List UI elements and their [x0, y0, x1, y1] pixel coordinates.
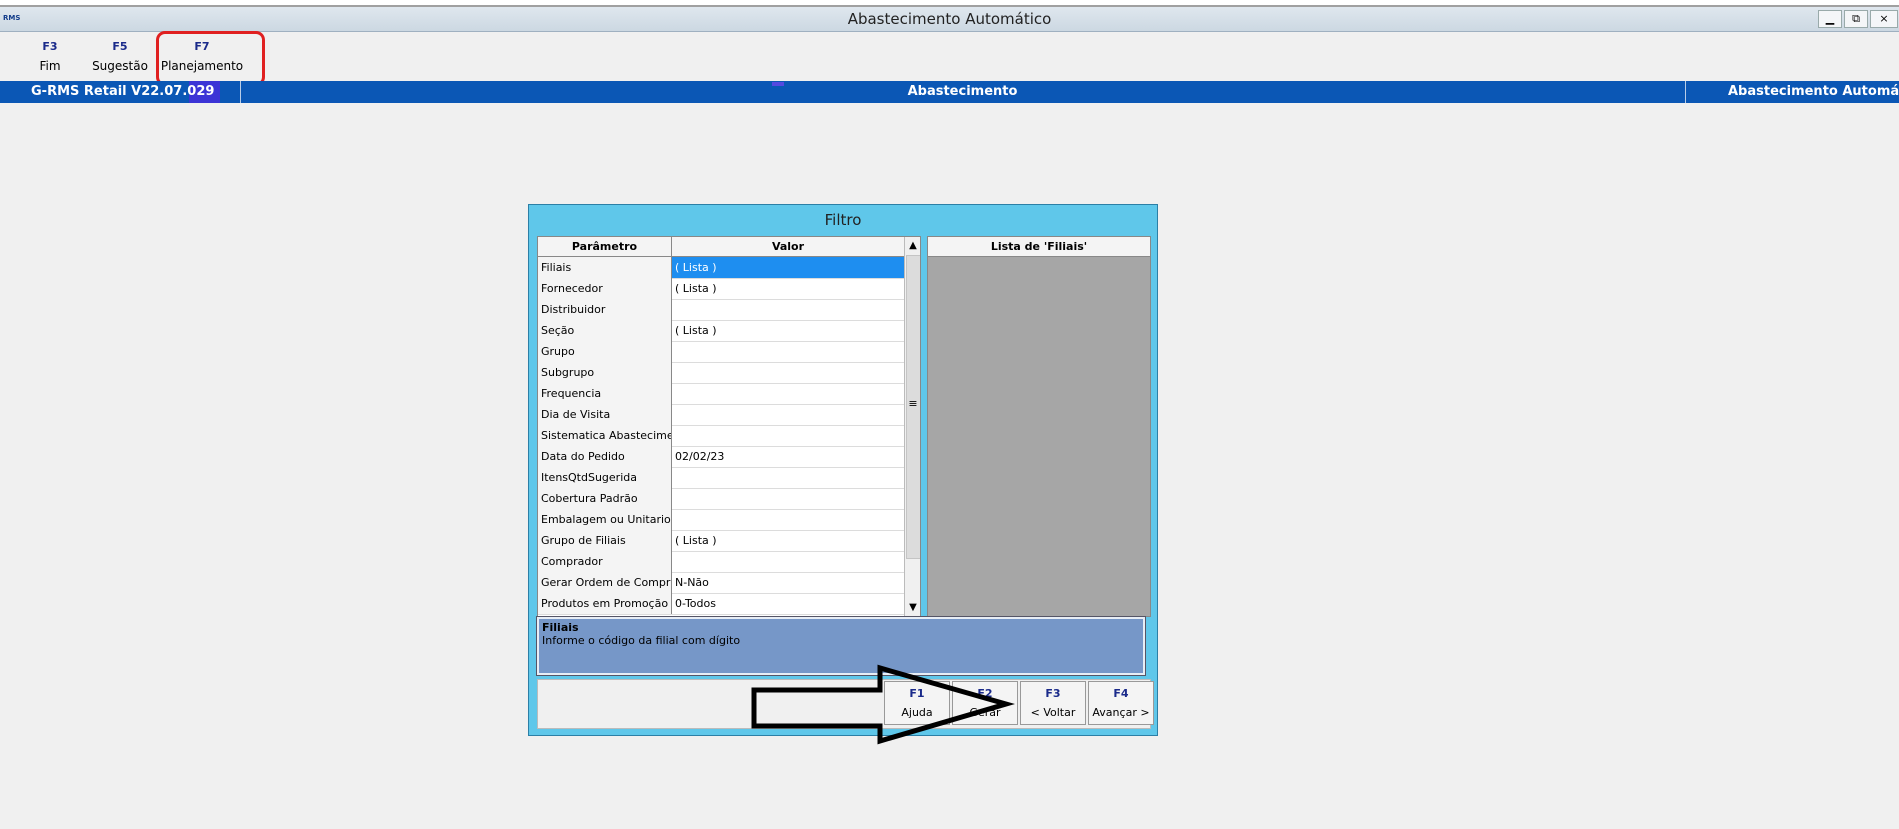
- close-button[interactable]: ×: [1870, 10, 1898, 28]
- value-cell[interactable]: ( Lista ): [672, 257, 904, 278]
- value-cell[interactable]: [672, 425, 904, 446]
- value-cell[interactable]: N-Não: [672, 572, 904, 593]
- button-label: Avançar >: [1092, 706, 1150, 719]
- dialog-footer: F1 Ajuda F2 Gerar F3 < Voltar F4 Avançar…: [537, 679, 1154, 729]
- grid-row[interactable]: Seção( Lista ): [538, 320, 904, 342]
- grid-scrollbar[interactable]: ▲ ≡ ▼: [904, 237, 920, 616]
- help-panel: Filiais Informe o código da filial com d…: [536, 616, 1146, 676]
- parameter-cell: Distribuidor: [538, 299, 672, 320]
- toolbar-sugestao-button[interactable]: F5 Sugestão: [92, 40, 148, 73]
- toolbar-label: Fim: [39, 59, 61, 73]
- window-titlebar: RMS Abastecimento Automático ▁ ⧉ ×: [0, 7, 1899, 32]
- parameter-cell: Sistematica Abastecimento: [538, 425, 672, 446]
- help-button[interactable]: F1 Ajuda: [884, 681, 950, 725]
- generate-button[interactable]: F2 Gerar: [952, 681, 1018, 725]
- filter-dialog: Filtro Parâmetro Valor Filiais( Lista ) F…: [528, 204, 1158, 736]
- parameter-cell: Dia de Visita: [538, 404, 672, 425]
- button-key: F3: [1045, 687, 1061, 700]
- parameter-cell: Grupo de Filiais: [538, 530, 672, 551]
- grid-row[interactable]: Frequencia: [538, 383, 904, 405]
- button-label: Gerar: [969, 706, 1001, 719]
- parameter-cell: Data do Pedido: [538, 446, 672, 467]
- grid-row[interactable]: Produtos em Promoção 0-Todos: [538, 593, 904, 615]
- value-cell[interactable]: [672, 362, 904, 383]
- value-cell[interactable]: [672, 467, 904, 488]
- value-cell[interactable]: [672, 488, 904, 509]
- value-cell[interactable]: ( Lista ): [672, 530, 904, 551]
- value-cell[interactable]: 0-Todos: [672, 593, 904, 614]
- grid-row[interactable]: Sistematica Abastecimento: [538, 425, 904, 447]
- grid-row[interactable]: Comprador: [538, 551, 904, 573]
- button-key: F2: [977, 687, 993, 700]
- dialog-title: Filtro: [824, 211, 862, 229]
- grid-row[interactable]: Grupo: [538, 341, 904, 363]
- scroll-down-icon[interactable]: ▼: [905, 599, 920, 616]
- button-label: Ajuda: [901, 706, 933, 719]
- toolbar-key: F3: [42, 40, 58, 53]
- top-border: [0, 0, 1899, 7]
- value-cell[interactable]: [672, 299, 904, 320]
- parameter-cell: Seção: [538, 320, 672, 341]
- highlight-annotation: [156, 31, 265, 86]
- window-title: Abastecimento Automático: [847, 10, 1052, 28]
- parameter-cell: ItensQtdSugerida: [538, 467, 672, 488]
- parameter-cell: Fornecedor: [538, 278, 672, 299]
- grid-row[interactable]: Filiais( Lista ): [538, 257, 904, 279]
- parameter-cell: Comprador: [538, 551, 672, 572]
- list-panel-title: Lista de 'Filiais': [928, 237, 1150, 257]
- grid-row[interactable]: Grupo de Filiais( Lista ): [538, 530, 904, 552]
- value-cell[interactable]: [672, 551, 904, 572]
- toolbar-key: F5: [112, 40, 128, 53]
- button-label: < Voltar: [1030, 706, 1076, 719]
- button-key: F4: [1113, 687, 1129, 700]
- value-cell[interactable]: [672, 341, 904, 362]
- parameter-cell: Produtos em Promoção: [538, 593, 672, 614]
- grid-header: Parâmetro Valor: [538, 237, 904, 257]
- version-label: G-RMS Retail V22.07.029: [31, 84, 215, 99]
- grid-row[interactable]: Fornecedor( Lista ): [538, 278, 904, 300]
- module-label: Abastecimento: [907, 84, 1018, 99]
- value-cell[interactable]: 02/02/23: [672, 446, 904, 467]
- filiais-list-panel[interactable]: Lista de 'Filiais': [927, 236, 1151, 617]
- value-cell[interactable]: ( Lista ): [672, 320, 904, 341]
- next-button[interactable]: F4 Avançar >: [1088, 681, 1154, 725]
- toolbar-fim-button[interactable]: F3 Fim: [30, 40, 70, 73]
- parameter-cell: Grupo: [538, 341, 672, 362]
- grid-row[interactable]: Distribuidor: [538, 299, 904, 321]
- parameter-cell: Embalagem ou Unitario: [538, 509, 672, 530]
- parameter-cell: Subgrupo: [538, 362, 672, 383]
- help-text: Informe o código da filial com dígito: [542, 634, 741, 647]
- grid-row[interactable]: Cobertura Padrão: [538, 488, 904, 510]
- scroll-up-icon[interactable]: ▲: [905, 237, 920, 254]
- toolbar-label: Sugestão: [92, 59, 148, 73]
- minimize-button[interactable]: ▁: [1818, 10, 1842, 28]
- column-header-parameter[interactable]: Parâmetro: [538, 237, 672, 256]
- grid-row[interactable]: ItensQtdSugerida: [538, 467, 904, 489]
- value-cell[interactable]: [672, 383, 904, 404]
- scroll-grip-icon: ≡: [908, 397, 918, 410]
- grid-row[interactable]: Embalagem ou Unitario: [538, 509, 904, 531]
- status-divider: [1685, 81, 1686, 103]
- grid-row[interactable]: Dia de Visita: [538, 404, 904, 426]
- status-bar: G-RMS Retail V22.07.029 Abastecimento Ab…: [0, 81, 1899, 103]
- grid-row[interactable]: Data do Pedido 02/02/23: [538, 446, 904, 468]
- help-title: Filiais: [542, 621, 579, 634]
- screen-label: Abastecimento Automático: [1728, 84, 1899, 99]
- parameter-cell: Cobertura Padrão: [538, 488, 672, 509]
- parameter-cell: Gerar Ordem de Compra: [538, 572, 672, 593]
- value-cell[interactable]: [672, 509, 904, 530]
- button-key: F1: [909, 687, 925, 700]
- value-cell[interactable]: [672, 404, 904, 425]
- grid-row[interactable]: Gerar Ordem de Compra N-Não: [538, 572, 904, 594]
- parameter-cell: Frequencia: [538, 383, 672, 404]
- restore-button[interactable]: ⧉: [1844, 10, 1868, 28]
- value-cell[interactable]: ( Lista ): [672, 278, 904, 299]
- grid-row[interactable]: Subgrupo: [538, 362, 904, 384]
- back-button[interactable]: F3 < Voltar: [1020, 681, 1086, 725]
- column-header-value[interactable]: Valor: [672, 237, 904, 256]
- parameter-grid: Parâmetro Valor Filiais( Lista ) Forneced…: [537, 236, 921, 617]
- parameter-cell: Filiais: [538, 257, 672, 278]
